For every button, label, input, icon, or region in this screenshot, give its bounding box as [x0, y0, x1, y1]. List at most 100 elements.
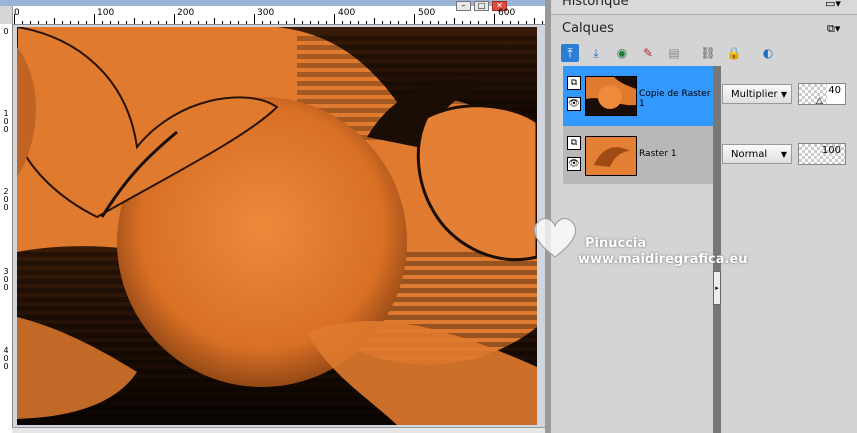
restore-icon[interactable]: ▭▾ — [825, 0, 841, 10]
ruler-tick — [46, 21, 47, 24]
ruler-tick — [454, 18, 455, 24]
ruler-tick — [294, 18, 295, 24]
ruler-tick — [182, 21, 183, 24]
ruler-tick — [366, 21, 367, 24]
watermark-url: www.maidiregrafica.eu — [578, 252, 748, 267]
ruler-top-label: 300 — [257, 8, 275, 18]
layer-group-icon[interactable]: ⧉ — [567, 76, 581, 90]
ruler-tick — [342, 21, 343, 24]
ruler-top: – □ ✕ 0 100 200 300 400 500 600 — [0, 0, 545, 25]
layer-name: Raster 1 — [639, 149, 677, 159]
opacity-value: 100 — [821, 145, 841, 156]
ruler-tick — [510, 21, 511, 24]
ruler-tick — [286, 21, 287, 24]
calques-header: Calques ⧉▾ — [551, 16, 857, 40]
ruler-tick — [86, 21, 87, 24]
scroll-grip[interactable]: ▸ — [713, 271, 721, 305]
ruler-top-label: 100 — [97, 8, 115, 18]
ruler-tick — [38, 21, 39, 24]
ruler-tick — [54, 18, 55, 24]
ruler-tick — [158, 21, 159, 24]
ruler-tick — [470, 21, 471, 24]
ruler-tick — [422, 21, 423, 24]
ruler-tick — [350, 21, 351, 24]
ruler-tick — [398, 21, 399, 24]
image-canvas[interactable] — [17, 27, 537, 425]
raster-layer-icon[interactable]: ⤒ — [561, 44, 579, 62]
ruler-tick — [526, 21, 527, 24]
eye-icon[interactable]: 👁 — [567, 157, 581, 171]
ruler-tick — [14, 14, 15, 24]
historique-title: Historique — [562, 0, 629, 9]
horizontal-scrollbar[interactable] — [12, 427, 545, 433]
slider-marker-icon: △ — [816, 96, 823, 106]
ruler-tick — [30, 21, 31, 24]
ruler-tick — [70, 21, 71, 24]
layer-group-icon[interactable]: ⧉ — [567, 136, 581, 150]
ruler-tick — [318, 21, 319, 24]
blend-mode-value: Normal — [731, 149, 768, 160]
ruler-tick — [374, 18, 375, 24]
opacity-slider[interactable]: 100 — [798, 143, 846, 165]
ruler-tick — [254, 14, 255, 24]
ruler-tick — [174, 14, 175, 24]
eye-icon[interactable]: 👁 — [567, 97, 581, 111]
opacity-value: 40 — [828, 85, 841, 96]
ruler-tick — [262, 21, 263, 24]
ruler-tick — [166, 21, 167, 24]
chevron-down-icon: ▼ — [780, 90, 787, 99]
layer-thumbnail — [585, 76, 637, 116]
ruler-tick — [62, 21, 63, 24]
image-window: – □ ✕ 0 100 200 300 400 500 600 0 100 20… — [0, 0, 545, 433]
calques-title: Calques — [562, 21, 614, 36]
ruler-left: 0 100 200 300 400 — [0, 24, 13, 433]
ruler-tick — [238, 21, 239, 24]
brush-icon[interactable]: ✎ — [639, 44, 657, 62]
ruler-tick — [414, 14, 415, 24]
layer-name: Copie de Raster 1 — [639, 89, 711, 109]
ruler-tick — [134, 18, 135, 24]
maximize-button[interactable]: □ — [474, 1, 489, 11]
blend-mode-select[interactable]: Normal ▼ — [722, 144, 792, 164]
layers-toolbar: ⤒ ⤓ ◉ ✎ ▤ ⛓ 🔒 ◐ — [551, 40, 857, 66]
ruler-tick — [206, 21, 207, 24]
layer-row-copie-raster-1[interactable]: ⧉ 👁 Copie de Raster 1 — [563, 66, 713, 126]
ruler-tick — [126, 21, 127, 24]
merge-down-icon[interactable]: ⤓ — [587, 44, 605, 62]
ruler-left-label: 300 — [3, 267, 9, 292]
link-icon[interactable]: ⛓ — [699, 44, 717, 62]
historique-bar[interactable]: Historique ▭▾ — [551, 0, 857, 15]
ruler-tick — [382, 21, 383, 24]
layer-row-raster-1[interactable]: ⧉ 👁 Raster 1 — [563, 126, 713, 184]
ruler-tick — [150, 21, 151, 24]
ruler-tick — [22, 21, 23, 24]
opacity-slider[interactable]: 40 △ — [798, 83, 846, 106]
minimize-button[interactable]: – — [456, 1, 471, 11]
heart-logo-icon — [533, 218, 577, 258]
lock-icon[interactable]: 🔒 — [725, 44, 743, 62]
ruler-tick — [430, 21, 431, 24]
ruler-tick — [270, 21, 271, 24]
ruler-tick — [358, 21, 359, 24]
ruler-tick — [110, 21, 111, 24]
ruler-tick — [246, 21, 247, 24]
panel-options-icon[interactable]: ⧉▾ — [827, 22, 840, 36]
layer-thumbnail — [585, 136, 637, 176]
ruler-tick — [102, 21, 103, 24]
ruler-tick — [478, 21, 479, 24]
ruler-tick — [390, 21, 391, 24]
blend-mode-select[interactable]: Multiplier ▼ — [722, 84, 792, 104]
ruler-tick — [78, 21, 79, 24]
watermark-name: Pinuccia — [585, 236, 647, 251]
ruler-left-label: 400 — [3, 346, 9, 371]
mask-icon[interactable]: ◉ — [613, 44, 631, 62]
ruler-tick — [534, 18, 535, 24]
ruler-tick — [462, 21, 463, 24]
ruler-tick — [190, 21, 191, 24]
chevron-down-icon: ▼ — [780, 150, 787, 159]
visibility-icon[interactable]: ◐ — [759, 44, 777, 62]
ruler-corner — [0, 6, 13, 24]
ruler-tick — [438, 21, 439, 24]
layer-props-icon[interactable]: ▤ — [665, 44, 683, 62]
canvas-artwork — [17, 27, 537, 425]
